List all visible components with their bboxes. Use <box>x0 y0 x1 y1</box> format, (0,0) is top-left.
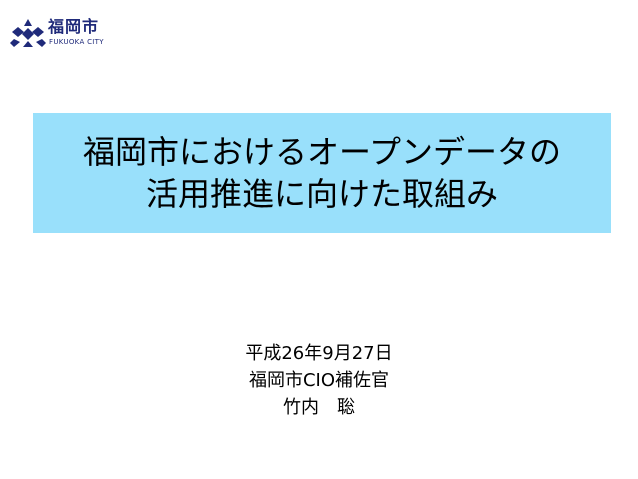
title-box: 福岡市におけるオープンデータの 活用推進に向けた取組み <box>33 113 611 233</box>
fukuoka-city-emblem-icon <box>10 19 46 47</box>
presenter-info: 平成26年9月27日 福岡市CIO補佐官 竹内 聡 <box>0 340 638 421</box>
fukuoka-city-logo: 福岡市 FUKUOKA CITY <box>10 16 120 50</box>
title-line-2: 活用推進に向けた取組み <box>145 175 498 213</box>
logo-subtitle: FUKUOKA CITY <box>49 38 104 46</box>
logo-name: 福岡市 <box>48 17 100 36</box>
presenter-name: 竹内 聡 <box>283 397 355 418</box>
title-line-1: 福岡市におけるオープンデータの <box>82 133 562 171</box>
presentation-date: 平成26年9月27日 <box>245 343 393 364</box>
presenter-position: 福岡市CIO補佐官 <box>248 370 390 391</box>
